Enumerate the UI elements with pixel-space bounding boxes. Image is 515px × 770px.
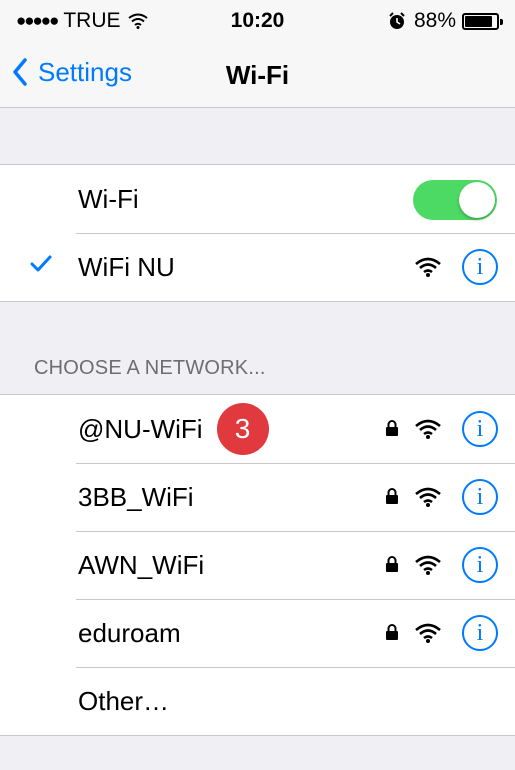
network-name-wrap: @NU-WiFi 3 — [78, 403, 269, 455]
status-bar: ●●●●● TRUE 10:20 88% — [0, 0, 515, 40]
wifi-toggle-row: Wi-Fi — [0, 165, 515, 233]
lock-icon — [386, 420, 398, 436]
connected-network-row[interactable]: WiFi NU i — [0, 233, 515, 301]
notification-badge: 3 — [216, 403, 269, 455]
navigation-bar: Settings Wi-Fi — [0, 40, 515, 108]
network-name: AWN_WiFi — [78, 549, 205, 580]
battery-status: 88% — [388, 9, 503, 33]
info-button[interactable]: i — [462, 547, 498, 583]
lock-icon — [386, 624, 398, 640]
info-button[interactable]: i — [462, 249, 498, 285]
page-title: Wi-Fi — [225, 60, 290, 90]
wifi-signal-icon — [415, 419, 441, 439]
alarm-icon — [389, 12, 405, 29]
network-row[interactable]: eduroam i — [0, 599, 515, 667]
checkmark-icon — [30, 255, 52, 272]
wifi-toggle-switch[interactable] — [413, 180, 497, 220]
lock-icon — [386, 488, 398, 504]
battery-fill — [465, 15, 493, 27]
battery-icon — [462, 12, 503, 30]
lock-icon — [386, 556, 398, 572]
info-button[interactable]: i — [462, 411, 498, 447]
network-name: @NU-WiFi — [78, 413, 203, 444]
network-row[interactable]: 3BB_WiFi i — [0, 463, 515, 531]
toggle-knob — [459, 182, 495, 218]
battery-percent: 88% — [413, 9, 456, 32]
info-button[interactable]: i — [462, 615, 498, 651]
network-list: @NU-WiFi 3 i 3BB_WiFi i AWN_WiFi i eduro… — [0, 394, 515, 736]
network-name: eduroam — [78, 617, 181, 648]
other-network-label: Other… — [78, 685, 170, 716]
other-network-row[interactable]: Other… — [0, 667, 515, 735]
wifi-signal-icon — [415, 623, 441, 643]
section-header: CHOOSE A NETWORK... — [34, 357, 266, 379]
connected-network-name: WiFi NU — [78, 251, 175, 282]
network-row[interactable]: AWN_WiFi i — [0, 531, 515, 599]
network-name: 3BB_WiFi — [78, 481, 194, 512]
wifi-settings-group: Wi-Fi WiFi NU i — [0, 164, 515, 302]
info-button[interactable]: i — [462, 479, 498, 515]
wifi-toggle-label: Wi-Fi — [78, 183, 139, 214]
wifi-signal-icon — [415, 487, 441, 507]
wifi-signal-icon — [415, 257, 441, 277]
wifi-signal-icon — [415, 555, 441, 575]
network-row[interactable]: @NU-WiFi 3 i — [0, 395, 515, 463]
